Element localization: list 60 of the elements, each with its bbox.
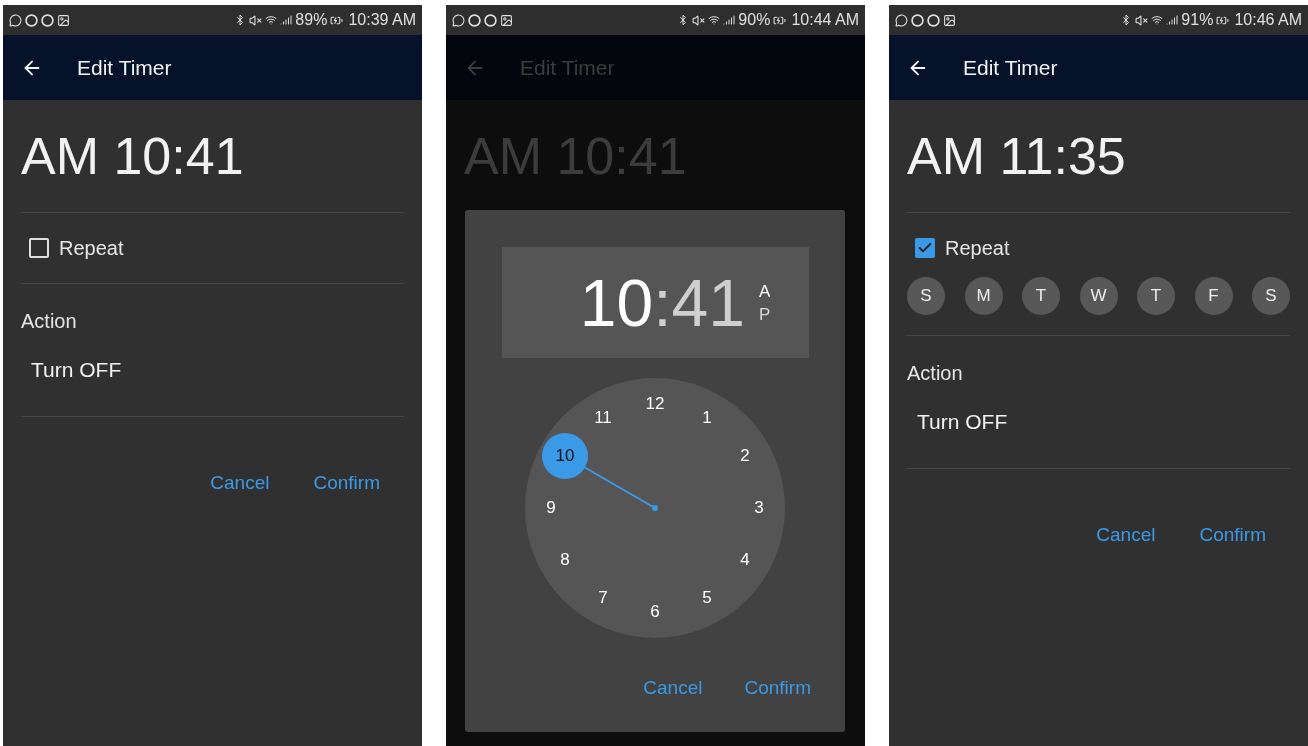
screen-title: Edit Timer xyxy=(520,54,615,81)
signal-icon xyxy=(1166,14,1179,26)
ring-icon xyxy=(927,13,940,27)
weekday-toggle[interactable]: S xyxy=(907,277,945,315)
confirm-button[interactable]: Confirm xyxy=(1193,520,1272,549)
clock-number[interactable]: 10 xyxy=(541,433,588,479)
time-display[interactable]: AM 11:35 xyxy=(907,100,1290,212)
status-time: 10:44 AM xyxy=(791,12,859,28)
time-separator: : xyxy=(653,269,672,336)
ring-icon xyxy=(25,13,38,27)
confirm-button[interactable]: Confirm xyxy=(307,468,386,497)
period-toggle[interactable]: P xyxy=(758,305,771,323)
signal-icon xyxy=(280,14,293,26)
mute-icon xyxy=(1135,13,1149,27)
cancel-button[interactable]: Cancel xyxy=(204,468,276,497)
clock-number[interactable]: 6 xyxy=(632,589,678,635)
minute-value[interactable]: 41 xyxy=(671,269,745,336)
battery-percent: 91% xyxy=(1181,12,1214,28)
signal-icon xyxy=(723,14,736,26)
cancel-button[interactable]: Cancel xyxy=(1090,520,1162,549)
weekday-toggle[interactable]: T xyxy=(1137,277,1175,315)
chat-icon xyxy=(895,13,908,27)
action-label: Action xyxy=(21,309,78,334)
status-time: 10:39 AM xyxy=(348,12,416,28)
clock-number[interactable]: 9 xyxy=(528,485,574,531)
repeat-checkbox[interactable]: Repeat xyxy=(21,233,404,263)
clock-face[interactable]: 12 1 2 3 4 5 6 7 8 9 10 11 xyxy=(525,378,785,638)
repeat-checkbox[interactable]: Repeat xyxy=(907,233,1290,263)
battery-percent: 90% xyxy=(738,12,771,28)
weekday-toggle[interactable]: M xyxy=(964,277,1003,315)
ring-icon xyxy=(468,13,481,27)
image-icon xyxy=(57,13,70,27)
clock-number[interactable]: 12 xyxy=(632,381,678,427)
mute-icon xyxy=(249,13,263,27)
wifi-icon xyxy=(708,14,721,26)
wifi-icon xyxy=(265,14,278,26)
battery-percent: 89% xyxy=(295,12,328,28)
weekday-toggle[interactable]: W xyxy=(1079,277,1118,315)
clock-number[interactable]: 3 xyxy=(736,485,782,531)
wifi-icon xyxy=(1151,14,1164,26)
ring-icon xyxy=(41,13,54,27)
weekday-toggle[interactable]: F xyxy=(1194,277,1233,315)
ring-icon xyxy=(911,13,924,27)
status-time: 10:46 AM xyxy=(1234,12,1302,28)
action-value[interactable]: Turn OFF xyxy=(907,406,1290,438)
image-icon xyxy=(500,13,513,27)
time-display[interactable]: AM 10:41 xyxy=(21,100,404,212)
weekday-toggle[interactable]: T xyxy=(1022,277,1060,315)
screen-title: Edit Timer xyxy=(963,54,1058,81)
weekday-toggle[interactable]: S xyxy=(1252,277,1290,315)
action-label: Action xyxy=(907,361,964,386)
hour-value[interactable]: 10 xyxy=(579,269,654,336)
chat-icon xyxy=(9,13,22,27)
chat-icon xyxy=(452,13,465,27)
ring-icon xyxy=(484,13,497,27)
screen-title: Edit Timer xyxy=(77,54,172,81)
image-icon xyxy=(943,13,956,27)
action-value[interactable]: Turn OFF xyxy=(21,354,404,386)
period-toggle[interactable]: A xyxy=(758,282,771,300)
mute-icon xyxy=(692,13,706,27)
